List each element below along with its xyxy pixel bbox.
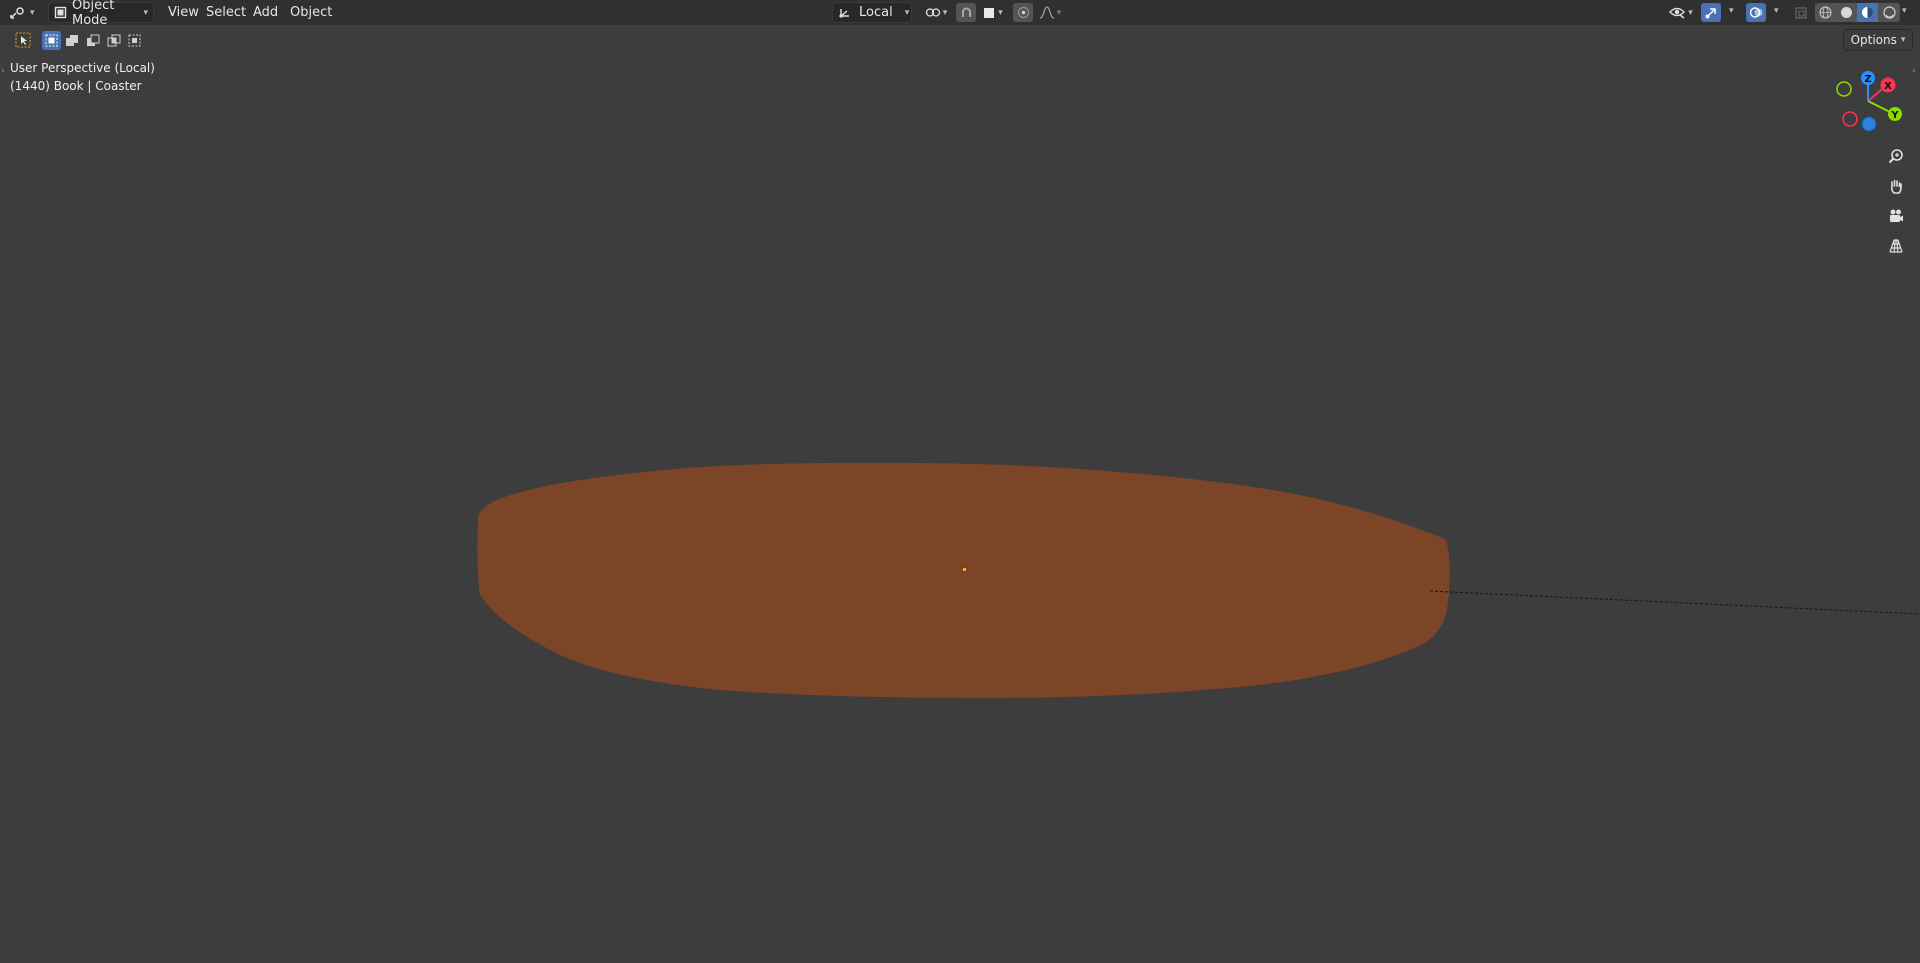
neg-z-axis-handle[interactable]: [1861, 116, 1877, 132]
pan-button[interactable]: [1883, 173, 1909, 199]
relationship-line: [1429, 590, 1920, 615]
viewport-canvas[interactable]: [0, 0, 1920, 963]
zoom-button[interactable]: [1883, 143, 1909, 169]
pan-hand-icon: [1888, 178, 1904, 194]
navigation-gizmo[interactable]: Z X Y: [1825, 66, 1910, 136]
x-axis-label: X: [1884, 81, 1892, 92]
y-axis-label: Y: [1890, 110, 1899, 121]
neg-y-axis-handle[interactable]: [1836, 81, 1852, 97]
camera-view-icon: [1888, 208, 1904, 224]
z-axis-label: Z: [1864, 74, 1871, 85]
object-origin-dot: [962, 567, 967, 572]
ortho-toggle-button[interactable]: [1883, 233, 1909, 259]
coaster-mesh[interactable]: [477, 462, 1450, 698]
camera-view-button[interactable]: [1883, 203, 1909, 229]
neg-x-axis-handle[interactable]: [1842, 111, 1858, 127]
ortho-grid-icon: [1888, 238, 1904, 254]
zoom-icon: [1888, 148, 1904, 164]
